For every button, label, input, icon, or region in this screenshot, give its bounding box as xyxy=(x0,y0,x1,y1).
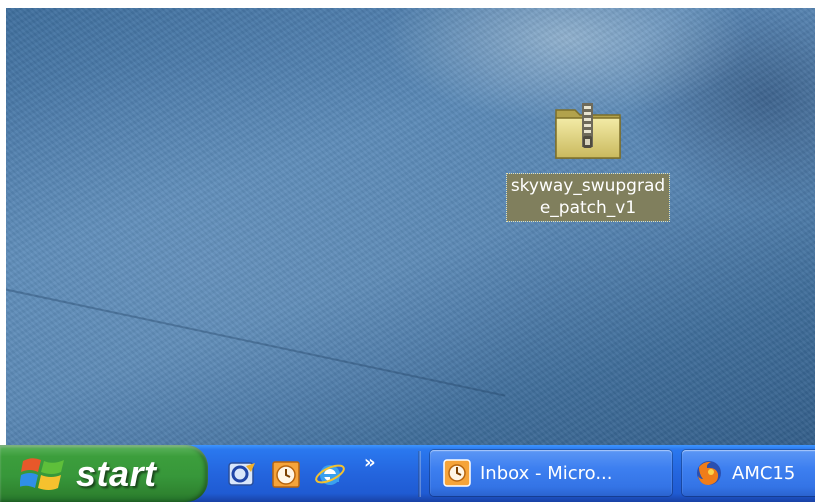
taskbar-separator xyxy=(418,451,421,497)
desktop-icon-label: skyway_swupgrade_patch_v1 xyxy=(506,173,670,222)
taskbar: start » Inbox - Micro... AMC15 xyxy=(0,445,815,502)
start-button[interactable]: start xyxy=(0,445,208,502)
windows-logo-icon xyxy=(20,457,64,490)
desktop-icon-zip-file[interactable]: skyway_swupgrade_patch_v1 xyxy=(506,100,670,222)
quick-launch-toolbar: » xyxy=(222,445,420,502)
quick-launch-calendar[interactable] xyxy=(266,454,306,494)
desktop-wallpaper[interactable]: skyway_swupgrade_patch_v1 xyxy=(6,8,815,445)
quick-launch-more-button[interactable]: » xyxy=(364,452,376,473)
firefox-icon xyxy=(697,461,721,485)
outlook-express-icon xyxy=(228,461,255,486)
taskbar-button-label: Inbox - Micro... xyxy=(480,462,613,484)
internet-explorer-icon xyxy=(315,464,345,485)
quick-launch-internet-explorer[interactable] xyxy=(310,454,350,494)
quick-launch-outlook-express[interactable] xyxy=(222,454,262,494)
calendar-clock-icon xyxy=(272,460,300,488)
taskbar-button-inbox[interactable]: Inbox - Micro... xyxy=(430,450,672,496)
start-label: start xyxy=(76,452,157,494)
taskbar-button-amc[interactable]: AMC15 xyxy=(682,450,815,496)
taskbar-button-label: AMC15 xyxy=(732,462,796,484)
outlook-icon xyxy=(443,459,471,487)
zip-folder-icon xyxy=(555,103,621,159)
